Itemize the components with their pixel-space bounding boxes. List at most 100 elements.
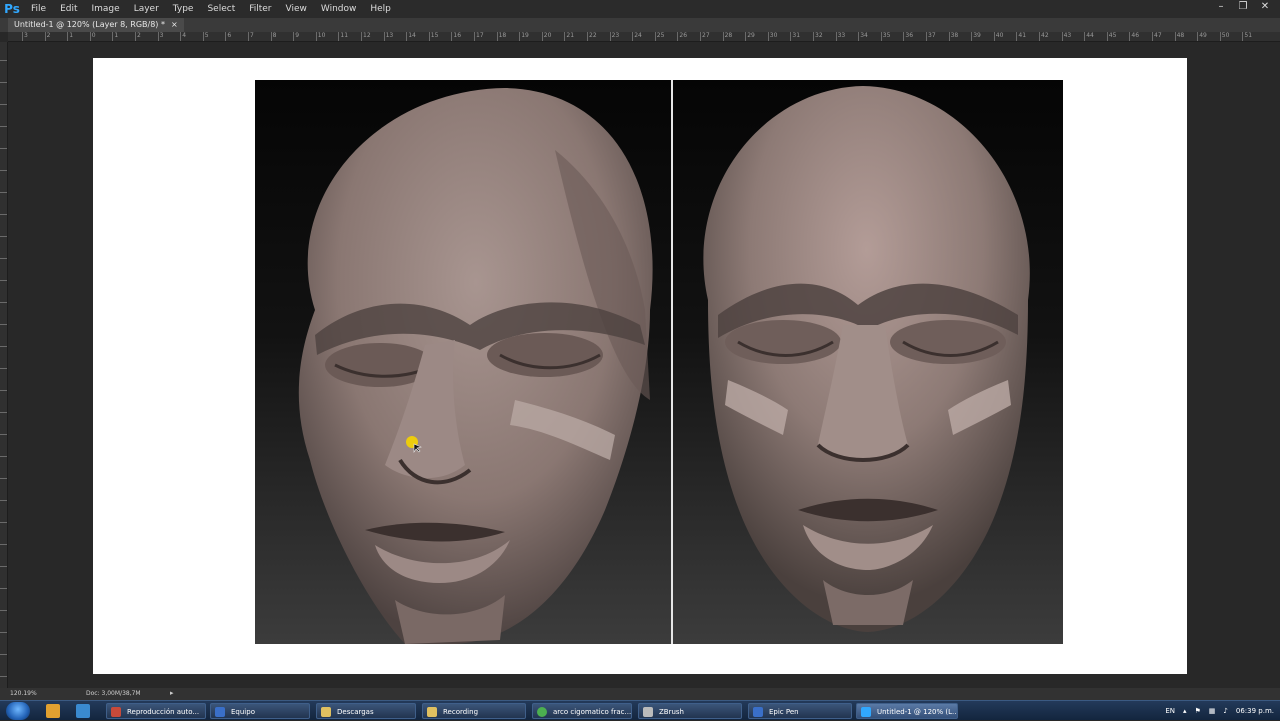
menu-file[interactable]: File — [24, 0, 53, 18]
document-canvas[interactable] — [93, 58, 1187, 674]
ruler-tick — [564, 32, 566, 41]
volume-icon[interactable]: ♪ — [1223, 707, 1227, 715]
menu-bar: Ps File Edit Image Layer Type Select Fil… — [0, 0, 1280, 18]
menu-view[interactable]: View — [279, 0, 314, 18]
ruler-tick-label: 2 — [46, 32, 51, 39]
ruler-tick — [993, 32, 995, 41]
ruler-tick — [1219, 32, 1221, 41]
ruler-tick — [1197, 32, 1199, 41]
ruler-tick — [202, 32, 204, 41]
ruler-tick — [315, 32, 317, 41]
ruler-tick-label: 6 — [227, 32, 232, 39]
ruler-tick — [451, 32, 453, 41]
ruler-tick-label: 23 — [611, 32, 620, 39]
photoshop-logo[interactable]: Ps — [0, 0, 24, 18]
canvas-workspace[interactable] — [8, 42, 1280, 688]
status-menu-arrow-icon[interactable]: ▸ — [170, 689, 174, 697]
ruler-tick — [767, 32, 769, 41]
ruler-tick-label: 21 — [566, 32, 575, 39]
ruler-tick — [0, 192, 7, 193]
ruler-tick — [22, 32, 23, 41]
language-indicator[interactable]: EN — [1165, 707, 1175, 715]
ruler-tick-label: 19 — [521, 32, 529, 39]
ruler-tick-label: 33 — [837, 32, 846, 39]
task-photoshop[interactable]: Untitled-1 @ 120% (L... — [856, 703, 958, 719]
menu-edit[interactable]: Edit — [53, 0, 84, 18]
start-button[interactable] — [6, 702, 30, 720]
ruler-tick — [0, 544, 7, 545]
ruler-tick — [1152, 32, 1153, 41]
media-quicklaunch-icon[interactable] — [76, 704, 90, 718]
task-equipo[interactable]: Equipo — [210, 703, 310, 719]
menu-image[interactable]: Image — [85, 0, 127, 18]
ruler-tick-label: 28 — [724, 32, 733, 39]
sculpted-head-left-illustration — [298, 88, 653, 644]
tray-up-arrow-icon[interactable]: ▴ — [1183, 707, 1187, 715]
flag-icon[interactable]: ⚑ — [1195, 707, 1201, 715]
zoom-level[interactable]: 120.19% — [10, 690, 37, 697]
window-controls: – ❐ ✕ — [1212, 0, 1274, 16]
ruler-tick — [0, 632, 7, 633]
ruler-tick-label: 15 — [430, 32, 439, 39]
task-label: arco cigomatico frac... — [553, 708, 632, 716]
task-recording[interactable]: Recording — [422, 703, 526, 719]
ruler-tick — [270, 32, 272, 41]
ruler-tick — [89, 32, 91, 41]
task-zbrush[interactable]: ZBrush — [638, 703, 742, 719]
task-descargas[interactable]: Descargas — [316, 703, 416, 719]
ruler-tick-label: 27 — [702, 32, 710, 39]
ruler-tick — [745, 32, 747, 41]
ruler-tick-label: 49 — [1199, 32, 1207, 39]
document-tab[interactable]: Untitled-1 @ 120% (Layer 8, RGB/8) * × — [8, 18, 184, 32]
ruler-tick-label: 7 — [250, 32, 254, 39]
vertical-ruler[interactable] — [0, 42, 8, 688]
task-descargas-icon — [321, 707, 331, 717]
restore-button[interactable]: ❐ — [1234, 0, 1252, 14]
close-button[interactable]: ✕ — [1256, 0, 1274, 14]
ruler-tick — [0, 148, 7, 149]
menu-layer[interactable]: Layer — [127, 0, 166, 18]
ruler-tick-label: 4 — [182, 32, 187, 39]
ruler-tick-label: 18 — [498, 32, 507, 39]
ruler-tick — [835, 32, 837, 41]
horizontal-ruler[interactable]: 3 2 1 0 1 2 3 4 5 6 7 8 9 10 11 12 13 14 15 16 17 18 19 20 21 22 2… — [8, 32, 1280, 42]
menu-type[interactable]: Type — [166, 0, 201, 18]
ruler-tick-label: 1 — [114, 32, 119, 39]
network-icon[interactable]: ▦ — [1209, 707, 1216, 715]
ruler-tick — [0, 478, 7, 479]
task-reproduccion[interactable]: Reproducción auto... — [106, 703, 206, 719]
ruler-tick — [0, 214, 7, 215]
minimize-button[interactable]: – — [1212, 0, 1230, 14]
document-tab-bar: Untitled-1 @ 120% (Layer 8, RGB/8) * × — [0, 18, 1280, 32]
ruler-tick — [0, 588, 7, 589]
ruler-tick-label: 12 — [363, 32, 371, 39]
task-label: Descargas — [337, 708, 374, 716]
menu-filter[interactable]: Filter — [242, 0, 278, 18]
menu-help[interactable]: Help — [363, 0, 398, 18]
ruler-tick-label: 5 — [204, 32, 209, 39]
ruler-tick — [293, 32, 295, 41]
task-chrome[interactable]: arco cigomatico frac... — [532, 703, 632, 719]
ruler-tick — [112, 32, 114, 41]
cursor-highlight-icon — [406, 436, 422, 453]
menu-window[interactable]: Window — [314, 0, 364, 18]
task-label: Equipo — [231, 708, 255, 716]
menu-select[interactable]: Select — [200, 0, 242, 18]
ruler-tick-label: 41 — [1018, 32, 1027, 39]
ruler-tick — [654, 32, 656, 41]
ruler-tick-label: 30 — [769, 32, 778, 39]
document-size: Doc: 3,00M/38,7M — [86, 690, 141, 697]
ruler-tick — [0, 566, 7, 567]
task-label: ZBrush — [659, 708, 684, 716]
task-epic-pen[interactable]: Epic Pen — [748, 703, 852, 719]
close-tab-icon[interactable]: × — [171, 18, 178, 32]
ruler-tick — [0, 434, 7, 435]
document-tab-title: Untitled-1 @ 120% (Layer 8, RGB/8) * — [14, 20, 165, 29]
face-reference-image — [255, 80, 1063, 644]
ruler-tick — [0, 82, 7, 83]
ruler-tick-label: 10 — [317, 32, 326, 39]
windows-taskbar: Reproducción auto... Equipo Descargas Re… — [0, 700, 1280, 720]
explorer-quicklaunch-icon[interactable] — [46, 704, 60, 718]
clock[interactable]: 06:39 p.m. — [1236, 707, 1274, 715]
ruler-tick — [813, 32, 814, 41]
